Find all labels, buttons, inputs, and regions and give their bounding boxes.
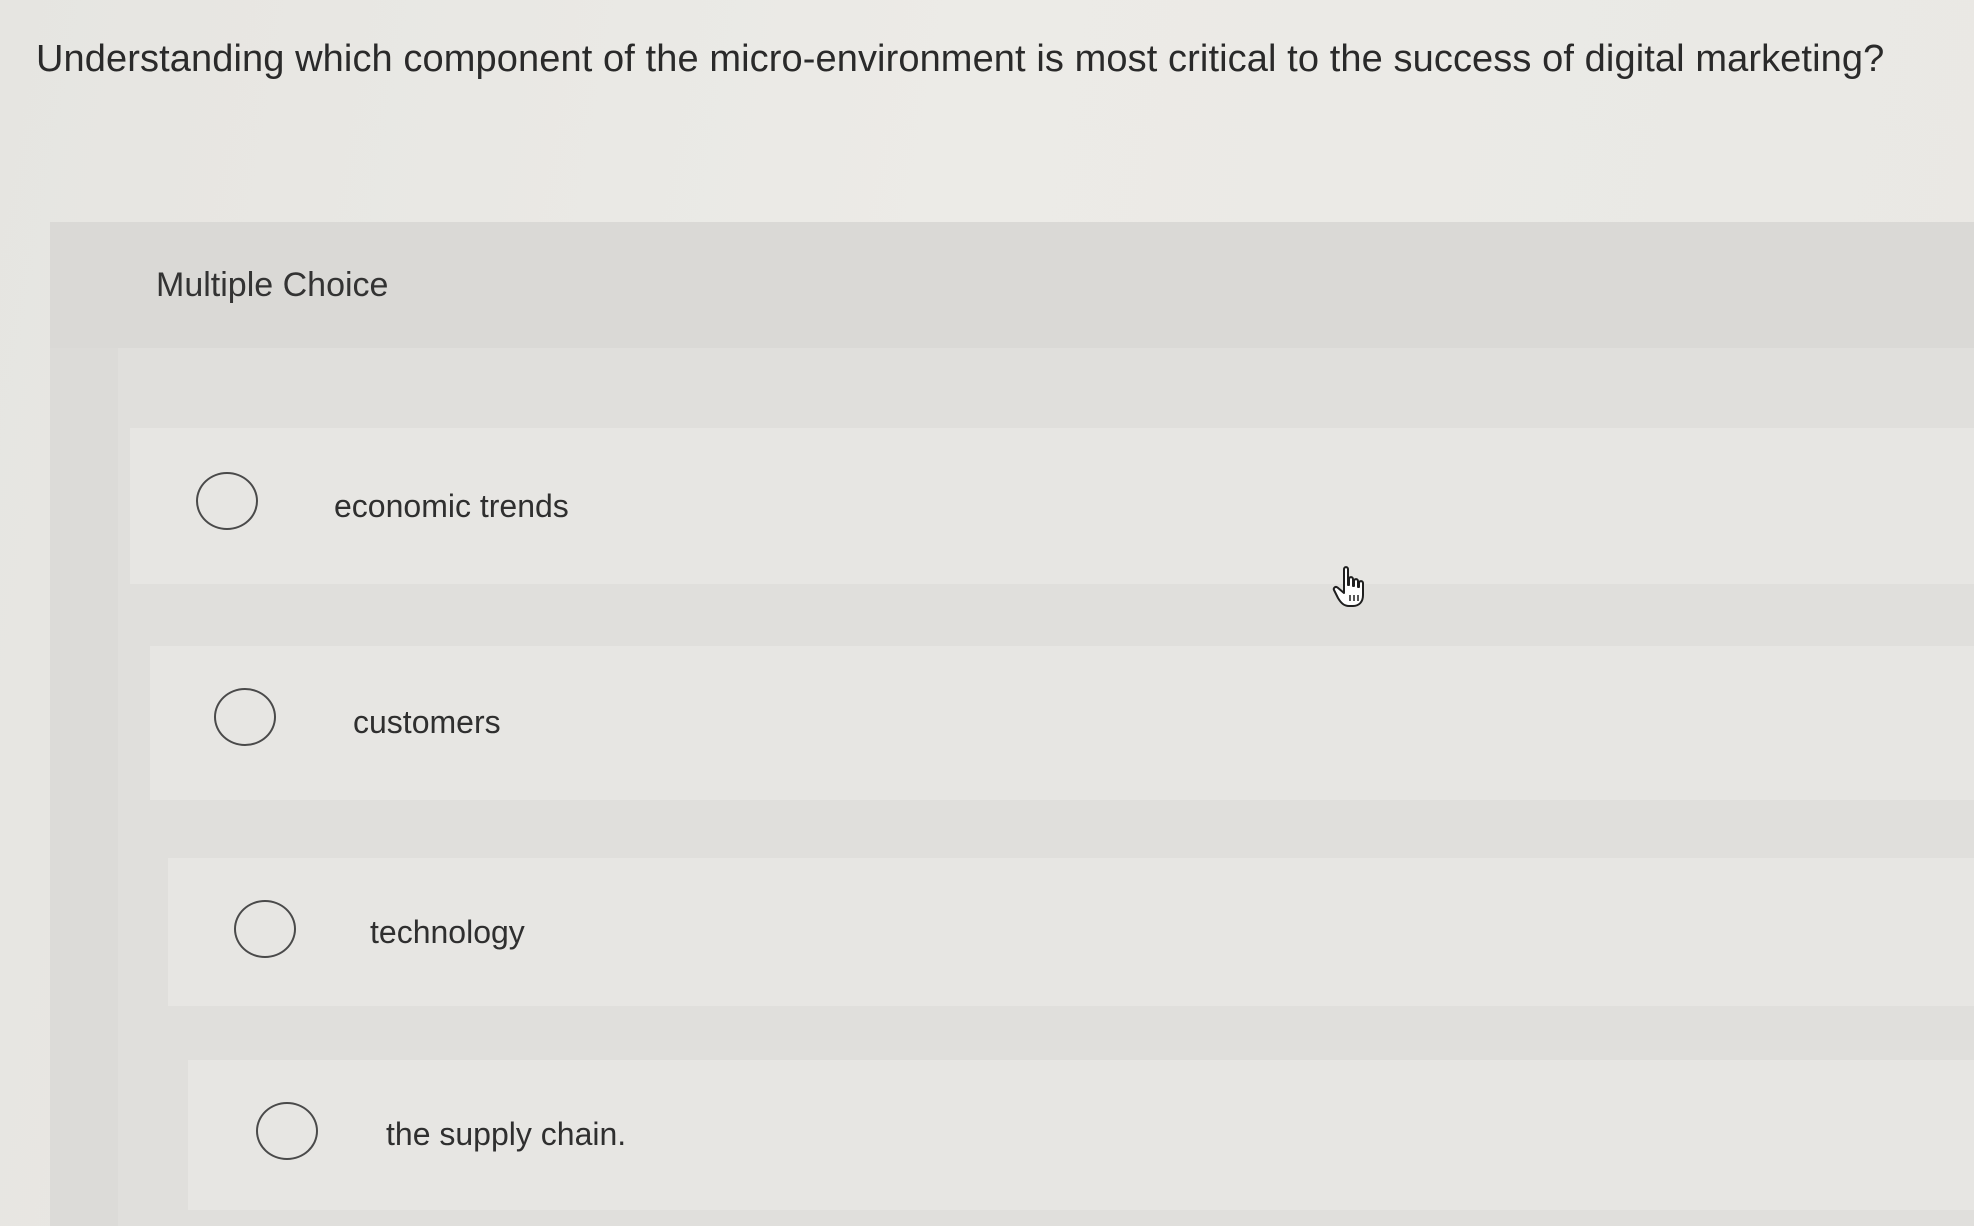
option-row-supply-chain[interactable]: the supply chain. (188, 1060, 1974, 1210)
radio-button-technology[interactable] (234, 900, 296, 958)
option-row-customers[interactable]: customers (150, 646, 1974, 800)
radio-button-supply-chain[interactable] (256, 1102, 318, 1160)
option-row-technology[interactable]: technology (168, 858, 1974, 1006)
question-type-label: Multiple Choice (156, 266, 389, 304)
radio-button-customers[interactable] (214, 688, 276, 746)
hand-pointer-icon (1332, 565, 1372, 609)
option-label-customers: customers (353, 704, 501, 740)
question-text: Understanding which component of the mic… (36, 38, 1885, 80)
option-label-economic-trends: economic trends (334, 488, 569, 524)
option-row-economic-trends[interactable]: economic trends (130, 428, 1974, 584)
option-label-supply-chain: the supply chain. (386, 1116, 627, 1152)
option-label-technology: technology (370, 914, 525, 950)
radio-button-economic-trends[interactable] (196, 472, 258, 530)
